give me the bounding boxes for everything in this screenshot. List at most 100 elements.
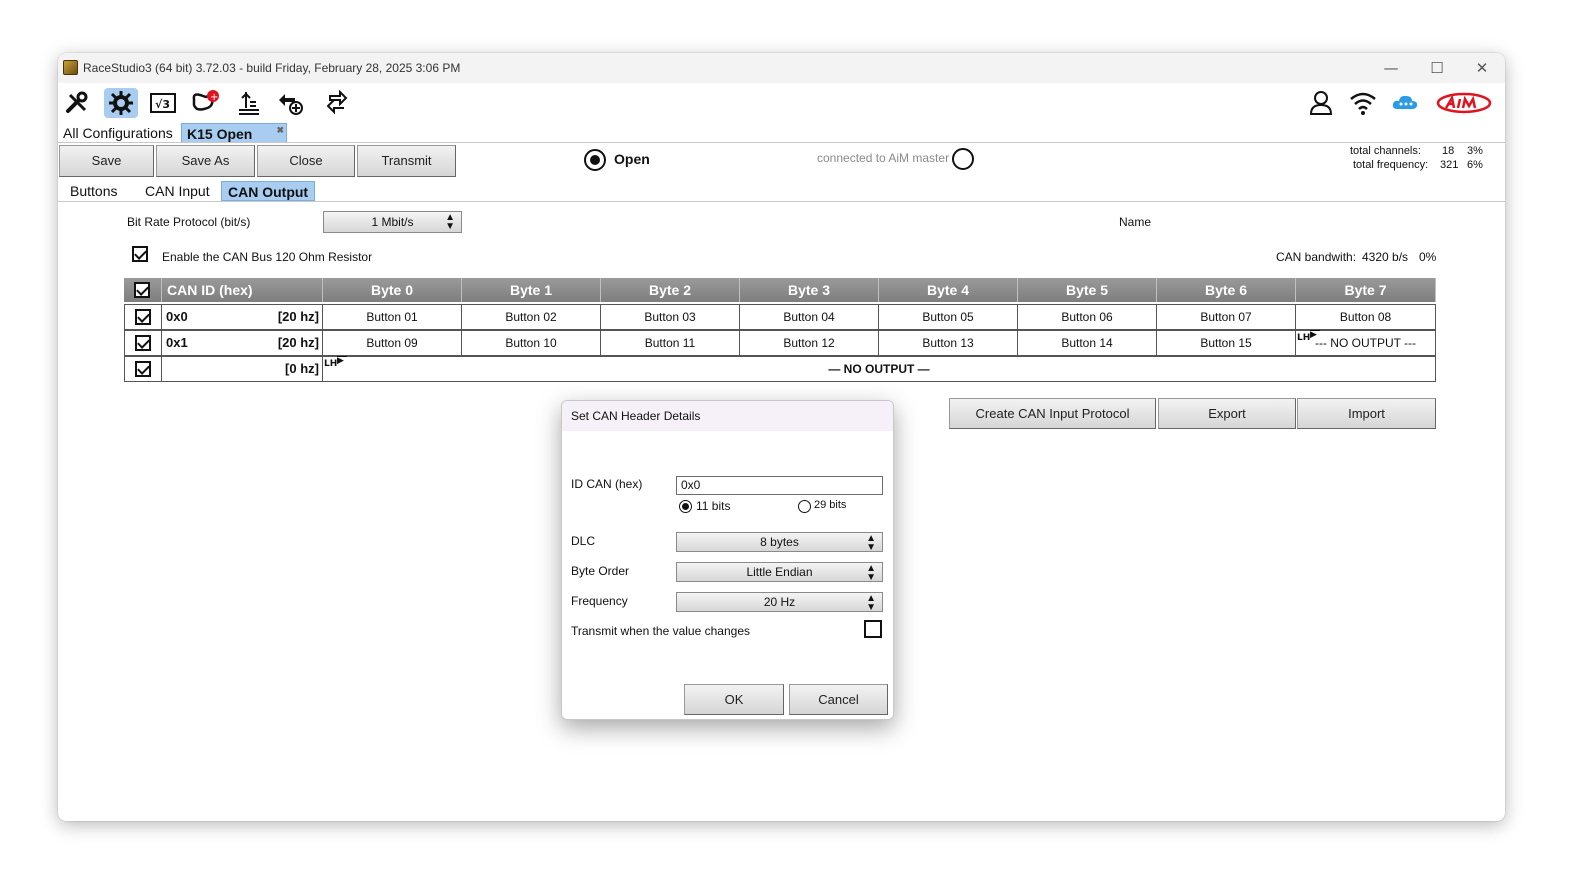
- save-as-button[interactable]: Save As: [156, 145, 255, 177]
- app-icon: [63, 60, 78, 75]
- close-window-button[interactable]: ✕: [1459, 57, 1505, 79]
- sync-icon[interactable]: [320, 88, 354, 118]
- arrow-line: [1310, 330, 1320, 331]
- ok-button[interactable]: OK: [684, 684, 784, 715]
- row-1-byte-1[interactable]: Button 10: [462, 330, 601, 356]
- total-channels-label: total channels:: [1350, 145, 1421, 157]
- header-byte-7: Byte 7: [1296, 278, 1436, 302]
- create-can-input-protocol-button[interactable]: Create CAN Input Protocol: [949, 398, 1156, 429]
- racestudio-window: RaceStudio3 (64 bit) 3.72.03 - build Fri…: [58, 53, 1505, 821]
- device-config-icon[interactable]: [104, 88, 138, 118]
- dlc-label: DLC: [571, 534, 596, 548]
- row-1-byte-6[interactable]: Button 15: [1157, 330, 1296, 356]
- total-frequency-pct: 6%: [1467, 159, 1483, 171]
- arrow-right-icon: ▶: [1310, 329, 1317, 339]
- divider: [58, 142, 1505, 143]
- data-download-icon[interactable]: [232, 88, 266, 118]
- row-0-byte-7[interactable]: Button 08: [1296, 304, 1436, 330]
- total-channels-pct: 3%: [1467, 145, 1483, 157]
- row-1-byte-3[interactable]: Button 12: [740, 330, 879, 356]
- select-arrows-icon: ▲ ▼: [445, 212, 455, 232]
- header-byte-2: Byte 2: [601, 278, 740, 302]
- cloud-icon[interactable]: [1388, 88, 1422, 118]
- close-tab-icon[interactable]: ✖: [276, 120, 284, 140]
- row-0-byte-4[interactable]: Button 05: [879, 304, 1018, 330]
- row-0-byte-0[interactable]: Button 01: [323, 304, 462, 330]
- tab-k15-open[interactable]: K15 Open ✖: [181, 123, 287, 143]
- row-0-byte-1[interactable]: Button 02: [462, 304, 601, 330]
- header-byte-3: Byte 3: [740, 278, 879, 302]
- 11-bits-label: 11 bits: [696, 499, 731, 513]
- frequency-label: Frequency: [571, 594, 628, 608]
- 29-bits-radio[interactable]: [798, 500, 811, 513]
- bit-rate-label: Bit Rate Protocol (bit/s): [127, 215, 251, 229]
- byte-order-select[interactable]: Little Endian ▲ ▼: [676, 562, 883, 583]
- transmit-on-change-label: Transmit when the value changes: [571, 624, 750, 638]
- resistor-checkbox[interactable]: [132, 246, 148, 262]
- user-icon[interactable]: [1304, 88, 1338, 118]
- tab-all-configurations[interactable]: All Configurations: [58, 123, 178, 143]
- configuration-tabs: All Configurations K15 Open ✖: [58, 123, 1505, 143]
- tracks-icon[interactable]: +: [188, 88, 222, 118]
- row-0-byte-5[interactable]: Button 06: [1018, 304, 1157, 330]
- close-button[interactable]: Close: [257, 145, 355, 177]
- header-byte-6: Byte 6: [1157, 278, 1296, 302]
- row-0-byte-3[interactable]: Button 04: [740, 304, 879, 330]
- transmit-on-change-checkbox[interactable]: [864, 620, 882, 638]
- bit-rate-select[interactable]: 1 Mbit/s ▲ ▼: [323, 211, 462, 233]
- aim-logo: [1434, 88, 1494, 118]
- row-1-byte-5[interactable]: Button 14: [1018, 330, 1157, 356]
- add-device-icon[interactable]: [274, 88, 308, 118]
- row-0-byte-6[interactable]: Button 07: [1157, 304, 1296, 330]
- row-2-checkbox[interactable]: [135, 361, 151, 377]
- tab-can-input[interactable]: CAN Input: [139, 181, 216, 201]
- row-1-byte-2[interactable]: Button 11: [601, 330, 740, 356]
- header-byte-0: Byte 0: [323, 278, 462, 302]
- tab-k15-open-label: K15 Open: [187, 126, 253, 142]
- row-0-can-id[interactable]: 0x0 [20 hz]: [162, 304, 323, 330]
- 11-bits-radio[interactable]: [679, 500, 692, 513]
- row-0-checkbox[interactable]: [135, 309, 151, 325]
- dlc-value: 8 bytes: [760, 535, 799, 549]
- maximize-button[interactable]: ☐: [1414, 57, 1460, 79]
- row-checkbox-cell[interactable]: [124, 304, 162, 330]
- id-can-input[interactable]: 0x0: [676, 476, 883, 495]
- select-arrows-icon: ▲ ▼: [866, 533, 876, 553]
- frequency-select[interactable]: 20 Hz ▲ ▼: [676, 592, 883, 613]
- select-all-checkbox[interactable]: [134, 282, 150, 298]
- wifi-icon[interactable]: [1346, 88, 1380, 118]
- row-1-can-id[interactable]: 0x1 [20 hz]: [162, 330, 323, 356]
- row-checkbox-cell[interactable]: [124, 356, 162, 382]
- row-1-byte-7[interactable]: LH ▶ --- NO OUTPUT ---: [1296, 329, 1436, 356]
- row-2-bytes-span[interactable]: LH ▶ — NO OUTPUT —: [323, 355, 1436, 382]
- row-2-freq: [0 hz]: [285, 361, 319, 376]
- bandwidth-pct: 0%: [1419, 250, 1437, 264]
- row-1-checkbox[interactable]: [135, 335, 151, 351]
- row-0-byte-2[interactable]: Button 03: [601, 304, 740, 330]
- arrow-right-icon: ▶: [337, 355, 344, 365]
- import-button[interactable]: Import: [1297, 398, 1436, 429]
- select-all-header[interactable]: [124, 278, 162, 302]
- row-1-byte-4[interactable]: Button 13: [879, 330, 1018, 356]
- svg-text:√3: √3: [155, 98, 170, 111]
- open-mode-radio[interactable]: [584, 149, 606, 171]
- tab-buttons[interactable]: Buttons: [64, 181, 123, 201]
- minimize-button[interactable]: —: [1368, 57, 1414, 79]
- lh-marker: LH: [324, 359, 338, 369]
- select-arrows-icon: ▲ ▼: [866, 593, 876, 613]
- byte-order-value: Little Endian: [746, 565, 813, 579]
- save-button[interactable]: Save: [59, 145, 154, 177]
- row-checkbox-cell[interactable]: [124, 330, 162, 356]
- transmit-button[interactable]: Transmit: [357, 145, 456, 177]
- row-1-freq: [20 hz]: [277, 335, 319, 350]
- cancel-button[interactable]: Cancel: [789, 684, 888, 715]
- math-channels-icon[interactable]: √3: [146, 88, 180, 118]
- header-can-id: CAN ID (hex): [162, 278, 323, 302]
- export-button[interactable]: Export: [1158, 398, 1296, 429]
- tools-icon[interactable]: [60, 88, 94, 118]
- row-2-can-id[interactable]: [0 hz]: [162, 356, 323, 382]
- dlc-select[interactable]: 8 bytes ▲ ▼: [676, 532, 883, 553]
- svg-text:+: +: [210, 92, 218, 103]
- tab-can-output[interactable]: CAN Output: [221, 181, 316, 201]
- arrow-line: [337, 356, 347, 357]
